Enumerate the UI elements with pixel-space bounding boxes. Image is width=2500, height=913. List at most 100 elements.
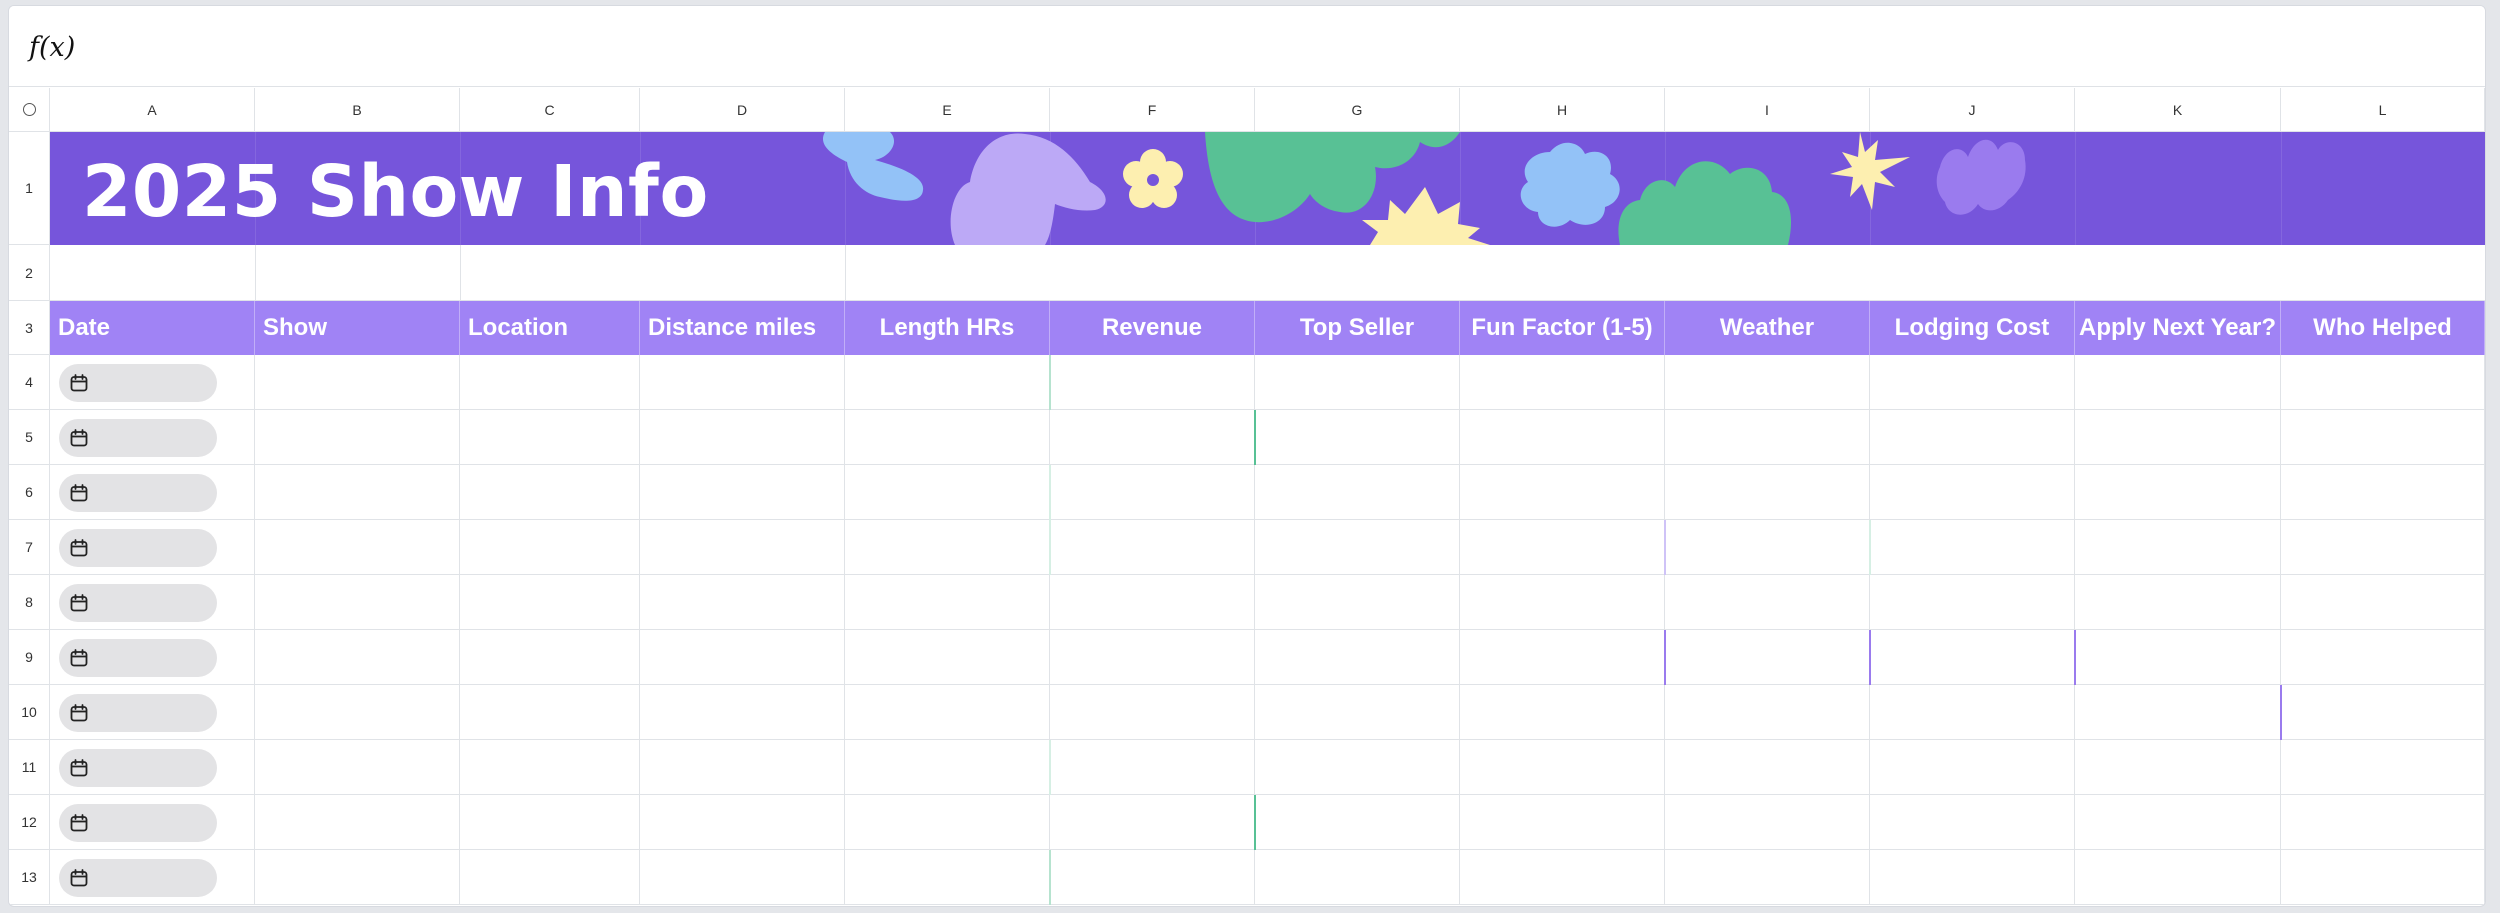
cell-b7[interactable] (255, 520, 460, 575)
cell-i13[interactable] (1665, 850, 1870, 905)
cell-j8[interactable] (1870, 575, 2075, 630)
cell-f7[interactable] (1050, 520, 1255, 575)
cell-a7[interactable] (50, 520, 255, 575)
date-picker[interactable] (59, 639, 217, 677)
cell-i12[interactable] (1665, 795, 1870, 850)
row-header-10[interactable]: 10 (9, 685, 50, 740)
cell-j9[interactable] (1870, 630, 2075, 685)
cell-g9[interactable] (1255, 630, 1460, 685)
column-header-a[interactable]: A (50, 88, 255, 132)
row-header-5[interactable]: 5 (9, 410, 50, 465)
cell-h4[interactable] (1460, 355, 1665, 410)
header-revenue[interactable]: Revenue (1050, 301, 1255, 355)
cell-l11[interactable] (2281, 740, 2485, 795)
column-header-i[interactable]: I (1665, 88, 1870, 132)
cell-a10[interactable] (50, 685, 255, 740)
cell-j10[interactable] (1870, 685, 2075, 740)
column-header-b[interactable]: B (255, 88, 460, 132)
cell-d10[interactable] (640, 685, 845, 740)
cell-e11[interactable] (845, 740, 1050, 795)
cell-a8[interactable] (50, 575, 255, 630)
row-header-1[interactable]: 1 (9, 132, 50, 245)
cell-k7[interactable] (2075, 520, 2281, 575)
date-picker[interactable] (59, 804, 217, 842)
cell-j11[interactable] (1870, 740, 2075, 795)
cell-b5[interactable] (255, 410, 460, 465)
cell-g4[interactable] (1255, 355, 1460, 410)
row-header-11[interactable]: 11 (9, 740, 50, 795)
cell-h6[interactable] (1460, 465, 1665, 520)
cell-l13[interactable] (2281, 850, 2485, 905)
date-picker[interactable] (59, 474, 217, 512)
cell-a12[interactable] (50, 795, 255, 850)
cell-h7[interactable] (1460, 520, 1665, 575)
cell-k6[interactable] (2075, 465, 2281, 520)
cell-c5[interactable] (460, 410, 640, 465)
cell-b4[interactable] (255, 355, 460, 410)
cell-l9[interactable] (2281, 630, 2485, 685)
row-header-4[interactable]: 4 (9, 355, 50, 410)
column-header-e[interactable]: E (845, 88, 1050, 132)
cell-c7[interactable] (460, 520, 640, 575)
cell-a13[interactable] (50, 850, 255, 905)
column-header-h[interactable]: H (1460, 88, 1665, 132)
cell-b10[interactable] (255, 685, 460, 740)
cell-g13[interactable] (1255, 850, 1460, 905)
cell-a4[interactable] (50, 355, 255, 410)
cell-d11[interactable] (640, 740, 845, 795)
header-weather[interactable]: Weather (1665, 301, 1870, 355)
cell-k4[interactable] (2075, 355, 2281, 410)
header-show[interactable]: Show (255, 301, 460, 355)
cell-k9[interactable] (2075, 630, 2281, 685)
cell-l6[interactable] (2281, 465, 2485, 520)
cell-h12[interactable] (1460, 795, 1665, 850)
header-top-seller[interactable]: Top Seller (1255, 301, 1460, 355)
cell-e4[interactable] (845, 355, 1050, 410)
row-header-7[interactable]: 7 (9, 520, 50, 575)
header-fun-factor[interactable]: Fun Factor (1-5) (1460, 301, 1665, 355)
cell-f13[interactable] (1050, 850, 1255, 905)
cell-e9[interactable] (845, 630, 1050, 685)
header-distance-miles[interactable]: Distance miles (640, 301, 845, 355)
column-header-k[interactable]: K (2075, 88, 2281, 132)
cell-d7[interactable] (640, 520, 845, 575)
row-header-2[interactable]: 2 (9, 245, 50, 301)
cell-k13[interactable] (2075, 850, 2281, 905)
cell-l12[interactable] (2281, 795, 2485, 850)
row-header-8[interactable]: 8 (9, 575, 50, 630)
cell-i8[interactable] (1665, 575, 1870, 630)
cell-g10[interactable] (1255, 685, 1460, 740)
cell-h8[interactable] (1460, 575, 1665, 630)
date-picker[interactable] (59, 749, 217, 787)
cell-g7[interactable] (1255, 520, 1460, 575)
cell-f8[interactable] (1050, 575, 1255, 630)
cell-e6[interactable] (845, 465, 1050, 520)
column-header-l[interactable]: L (2281, 88, 2485, 132)
cell-g6[interactable] (1255, 465, 1460, 520)
cell-k12[interactable] (2075, 795, 2281, 850)
cell-h9[interactable] (1460, 630, 1665, 685)
cell-k5[interactable] (2075, 410, 2281, 465)
cell-j13[interactable] (1870, 850, 2075, 905)
cell-f12[interactable] (1050, 795, 1255, 850)
cell-g5[interactable] (1255, 410, 1460, 465)
banner-title[interactable]: 2025 Show Info (82, 150, 709, 233)
cell-j7[interactable] (1870, 520, 2075, 575)
cell-f10[interactable] (1050, 685, 1255, 740)
cell-a6[interactable] (50, 465, 255, 520)
header-location[interactable]: Location (460, 301, 640, 355)
cell-b11[interactable] (255, 740, 460, 795)
cell-e5[interactable] (845, 410, 1050, 465)
cell-k10[interactable] (2075, 685, 2281, 740)
cell-c11[interactable] (460, 740, 640, 795)
cell-c8[interactable] (460, 575, 640, 630)
cell-l5[interactable] (2281, 410, 2485, 465)
cell-c13[interactable] (460, 850, 640, 905)
date-picker[interactable] (59, 529, 217, 567)
column-header-d[interactable]: D (640, 88, 845, 132)
cell-d9[interactable] (640, 630, 845, 685)
cell-i10[interactable] (1665, 685, 1870, 740)
row-header-12[interactable]: 12 (9, 795, 50, 850)
cell-c10[interactable] (460, 685, 640, 740)
date-picker[interactable] (59, 694, 217, 732)
